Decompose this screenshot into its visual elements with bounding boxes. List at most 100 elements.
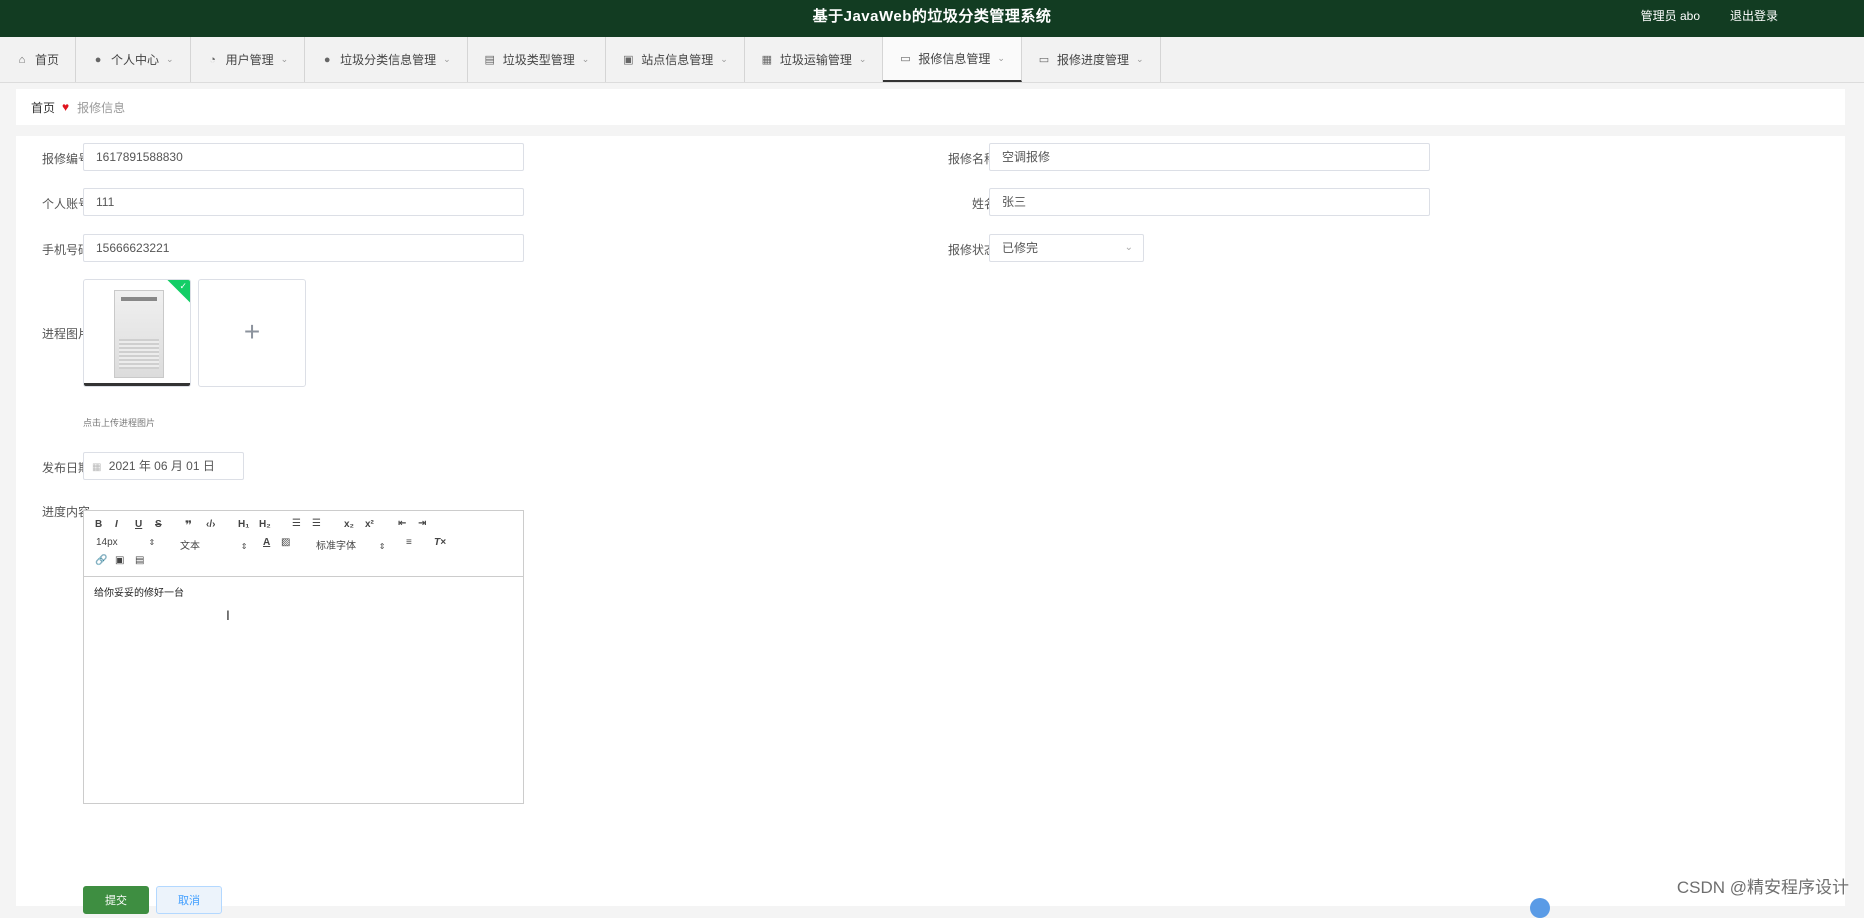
text-style-value: 文本	[180, 541, 200, 552]
ordered-list-button[interactable]: ☰	[292, 518, 301, 529]
cancel-button[interactable]: 取消	[156, 886, 222, 914]
font-family-value: 标准字体	[316, 541, 356, 552]
status-select[interactable]: 已修完 ⌄	[989, 234, 1144, 262]
name-label: 姓名	[971, 197, 996, 211]
font-family-select[interactable]: 标准字体 ⇕	[316, 537, 385, 552]
repair-no-input[interactable]: 1617891588830	[83, 143, 524, 171]
nav-item-repair-info[interactable]: ▭ 报修信息管理 ⌄	[883, 37, 1022, 82]
nav-item-waste-type[interactable]: ▤ 垃圾类型管理 ⌄	[468, 37, 607, 82]
current-user: 管理员 abo	[1640, 9, 1700, 23]
text-style-select[interactable]: 文本 ⇕	[180, 537, 247, 552]
code-button[interactable]: ‹/›	[206, 519, 215, 530]
nav-label: 垃圾运输管理	[779, 53, 852, 67]
bullet-list-button[interactable]: ☰	[312, 518, 321, 529]
upload-hint: 点击上传进程图片	[83, 418, 156, 428]
air-conditioner-image	[114, 290, 164, 378]
phone-label: 手机号码	[41, 243, 90, 257]
link-icon[interactable]: 🔗	[95, 555, 107, 566]
content-label: 进度内容	[41, 505, 90, 519]
editor-content[interactable]: 给你妥妥的修好一台	[94, 584, 184, 599]
indent-decrease-button[interactable]: ⇤	[398, 518, 406, 529]
nav-label: 站点信息管理	[641, 53, 714, 67]
align-button[interactable]: ≡	[406, 537, 412, 548]
nav-label: 个人中心	[111, 53, 160, 67]
bold-button[interactable]: B	[95, 519, 102, 530]
strike-button[interactable]: S	[155, 519, 162, 530]
chevron-down-icon: ⌄	[1124, 242, 1133, 253]
user-icon: ●	[94, 53, 102, 66]
nav-label: 首页	[35, 53, 60, 67]
font-color-button[interactable]: A	[263, 537, 270, 548]
updown-icon: ⇕	[148, 538, 156, 547]
rich-text-editor[interactable]: B I U S ❞ ‹/› H₁ H₂ ☰ ☰ x₂ x² ⇤ ⇥ 14px ⇕…	[83, 510, 524, 804]
nav-item-waste-info[interactable]: ● 垃圾分类信息管理 ⌄	[305, 37, 468, 82]
text-cursor-icon: I	[226, 607, 230, 623]
nav-label: 用户管理	[225, 53, 274, 67]
nav-item-transport[interactable]: ▦ 垃圾运输管理 ⌄	[745, 37, 884, 82]
chevron-down-icon: ⌄	[443, 54, 451, 64]
font-size-select[interactable]: 14px ⇕	[96, 537, 155, 548]
image-bottom-bar	[84, 383, 190, 386]
main-nav: ⌂ 首页 ● 个人中心 ⌄ ◔ 用户管理 ⌄ ● 垃圾分类信息管理 ⌄ ▤ 垃圾…	[0, 37, 1864, 83]
background-color-button[interactable]: ▨	[281, 537, 290, 548]
ac-top	[121, 297, 157, 301]
home-icon: ⌂	[18, 53, 26, 66]
account-input[interactable]: 111	[83, 188, 524, 216]
clear-format-button[interactable]: T×	[434, 537, 446, 548]
ac-grill	[119, 339, 159, 369]
user-icon: ●	[323, 53, 331, 66]
nav-label: 报修进度管理	[1056, 53, 1129, 67]
grid-icon: ▦	[761, 53, 773, 66]
chevron-down-icon: ⌄	[280, 54, 289, 64]
nav-item-home[interactable]: ⌂ 首页	[0, 37, 77, 82]
name-input[interactable]: 张三	[989, 188, 1430, 216]
breadcrumb-home[interactable]: 首页	[31, 99, 55, 116]
uploaded-image[interactable]: ✓	[83, 279, 191, 387]
subscript-button[interactable]: x₂	[344, 519, 354, 530]
nav-label: 垃圾类型管理	[502, 53, 575, 67]
monitor-icon: ▭	[900, 52, 911, 65]
upload-button[interactable]: +	[198, 279, 306, 387]
clipboard-icon: ▣	[623, 53, 634, 66]
phone-input[interactable]: 15666623221	[83, 234, 524, 262]
repair-name-input[interactable]: 空调报修	[989, 143, 1430, 171]
nav-label: 报修信息管理	[918, 52, 991, 66]
date-label: 发布日期	[41, 461, 90, 475]
calendar-icon: ▦	[92, 462, 102, 473]
chevron-down-icon: ⌄	[1135, 54, 1144, 64]
nav-item-users[interactable]: ◔ 用户管理 ⌄	[191, 37, 306, 82]
nav-item-profile[interactable]: ● 个人中心 ⌄	[76, 37, 191, 82]
h1-button[interactable]: H₁	[238, 519, 249, 530]
image-icon[interactable]: ▣	[115, 555, 124, 566]
chevron-down-icon: ⌄	[720, 54, 728, 64]
video-icon[interactable]: ▤	[135, 555, 144, 566]
date-value: 2021 年 06 月 01 日	[108, 459, 215, 473]
updown-icon: ⇕	[378, 542, 386, 551]
plus-icon: +	[243, 316, 261, 347]
chevron-down-icon: ⌄	[581, 54, 590, 64]
h2-button[interactable]: H₂	[259, 519, 271, 530]
floating-assistant-icon[interactable]	[1530, 898, 1550, 918]
italic-button[interactable]: I	[115, 519, 118, 530]
quote-button[interactable]: ❞	[185, 518, 192, 532]
indent-increase-button[interactable]: ⇥	[418, 518, 426, 529]
account-label: 个人账号	[41, 197, 90, 211]
repair-no-label: 报修编号	[41, 152, 90, 166]
nav-item-station[interactable]: ▣ 站点信息管理 ⌄	[606, 37, 745, 82]
check-icon: ✓	[179, 281, 187, 291]
logout-link[interactable]: 退出登录	[1730, 0, 1778, 33]
repair-name-label: 报修名称	[947, 152, 996, 166]
underline-button[interactable]: U	[135, 519, 142, 530]
status-label: 报修状态	[947, 243, 996, 257]
updown-icon: ⇕	[240, 542, 248, 551]
submit-button[interactable]: 提交	[83, 886, 149, 914]
heart-icon: ♥	[62, 100, 70, 114]
top-header: 基于JavaWeb的垃圾分类管理系统 管理员 abo 退出登录	[0, 0, 1864, 37]
superscript-button[interactable]: x²	[365, 519, 374, 530]
nav-item-repair-progress[interactable]: ▭ 报修进度管理 ⌄	[1022, 37, 1161, 82]
editor-toolbar: B I U S ❞ ‹/› H₁ H₂ ☰ ☰ x₂ x² ⇤ ⇥ 14px ⇕…	[84, 511, 523, 577]
nav-label: 垃圾分类信息管理	[340, 53, 437, 67]
chevron-down-icon: ⌄	[858, 54, 867, 64]
date-picker[interactable]: ▦ 2021 年 06 月 01 日	[83, 452, 244, 480]
font-size-value: 14px	[96, 537, 118, 548]
